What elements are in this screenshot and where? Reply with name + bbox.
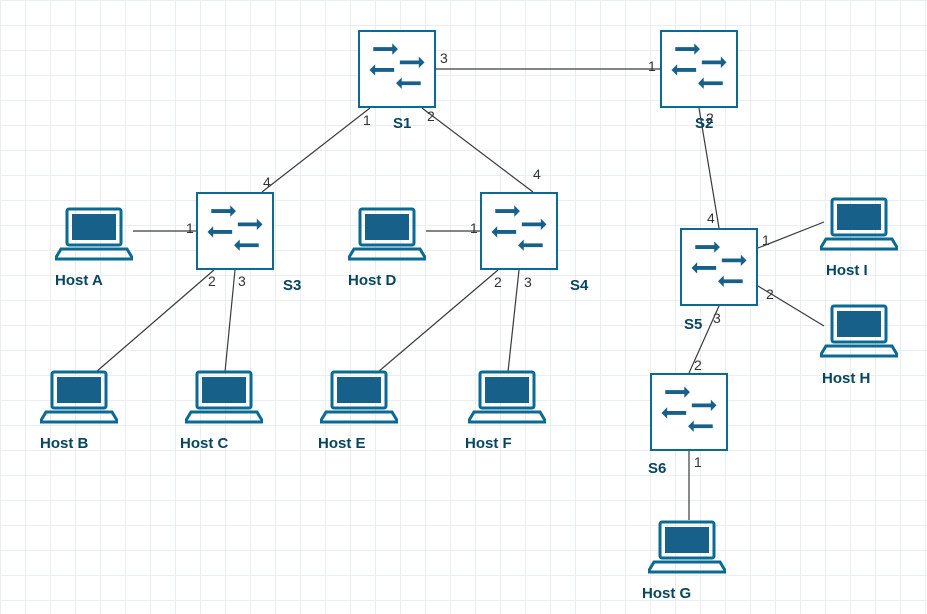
switch-s3 xyxy=(196,192,274,270)
host-d xyxy=(348,205,426,263)
switch-icon xyxy=(360,32,434,106)
label-host-i: Host I xyxy=(826,262,868,279)
label-host-e: Host E xyxy=(318,435,366,452)
host-h xyxy=(820,302,898,360)
laptop-icon xyxy=(348,205,426,263)
port-label: 1 xyxy=(363,112,371,128)
host-b xyxy=(40,368,118,426)
port-label: 1 xyxy=(762,232,770,248)
label-s6: S6 xyxy=(648,460,666,477)
label-host-a: Host A xyxy=(55,272,103,289)
port-label: 2 xyxy=(766,286,774,302)
switch-icon xyxy=(482,194,556,268)
switch-s4 xyxy=(480,192,558,270)
host-e xyxy=(320,368,398,426)
laptop-icon xyxy=(648,518,726,576)
port-label: 1 xyxy=(186,220,194,236)
port-label: 3 xyxy=(713,310,721,326)
switch-s6 xyxy=(650,373,728,451)
label-host-b: Host B xyxy=(40,435,88,452)
link-S4-HostF xyxy=(508,270,519,372)
host-a xyxy=(55,205,133,263)
switch-s2 xyxy=(660,30,738,108)
label-s5: S5 xyxy=(684,316,702,333)
port-label: 1 xyxy=(470,220,478,236)
label-host-d: Host D xyxy=(348,272,396,289)
port-label: 3 xyxy=(524,274,532,290)
port-label: 4 xyxy=(707,210,715,226)
port-label: 2 xyxy=(208,273,216,289)
port-label: 2 xyxy=(494,274,502,290)
port-label: 2 xyxy=(706,110,714,126)
label-host-c: Host C xyxy=(180,435,228,452)
label-host-g: Host G xyxy=(642,585,691,602)
host-c xyxy=(185,368,263,426)
host-f xyxy=(468,368,546,426)
port-label: 1 xyxy=(648,58,656,74)
port-label: 3 xyxy=(238,273,246,289)
port-label: 4 xyxy=(263,174,271,190)
laptop-icon xyxy=(55,205,133,263)
switch-icon xyxy=(198,194,272,268)
link-S3-HostC xyxy=(225,270,235,372)
port-label: 2 xyxy=(694,357,702,373)
port-label: 1 xyxy=(694,454,702,470)
laptop-icon xyxy=(40,368,118,426)
link-S3-HostB xyxy=(96,270,214,372)
host-i xyxy=(820,195,898,253)
port-label: 2 xyxy=(427,108,435,124)
port-label: 3 xyxy=(440,50,448,66)
switch-icon xyxy=(652,375,726,449)
laptop-icon xyxy=(185,368,263,426)
label-s3: S3 xyxy=(283,277,301,294)
label-host-h: Host H xyxy=(822,370,870,387)
switch-icon xyxy=(682,230,756,304)
host-g xyxy=(648,518,726,576)
laptop-icon xyxy=(820,302,898,360)
port-label: 4 xyxy=(533,166,541,182)
laptop-icon xyxy=(820,195,898,253)
link-S1-S3 xyxy=(262,108,370,192)
diagram-canvas: S1 S2 S3 S4 S5 S6 Host A Host B Host C H… xyxy=(0,0,927,614)
label-s1: S1 xyxy=(393,115,411,132)
link-S1-S4 xyxy=(422,108,533,192)
label-host-f: Host F xyxy=(465,435,512,452)
switch-s1 xyxy=(358,30,436,108)
link-layer xyxy=(0,0,927,614)
switch-s5 xyxy=(680,228,758,306)
laptop-icon xyxy=(468,368,546,426)
switch-icon xyxy=(662,32,736,106)
laptop-icon xyxy=(320,368,398,426)
label-s4: S4 xyxy=(570,277,588,294)
